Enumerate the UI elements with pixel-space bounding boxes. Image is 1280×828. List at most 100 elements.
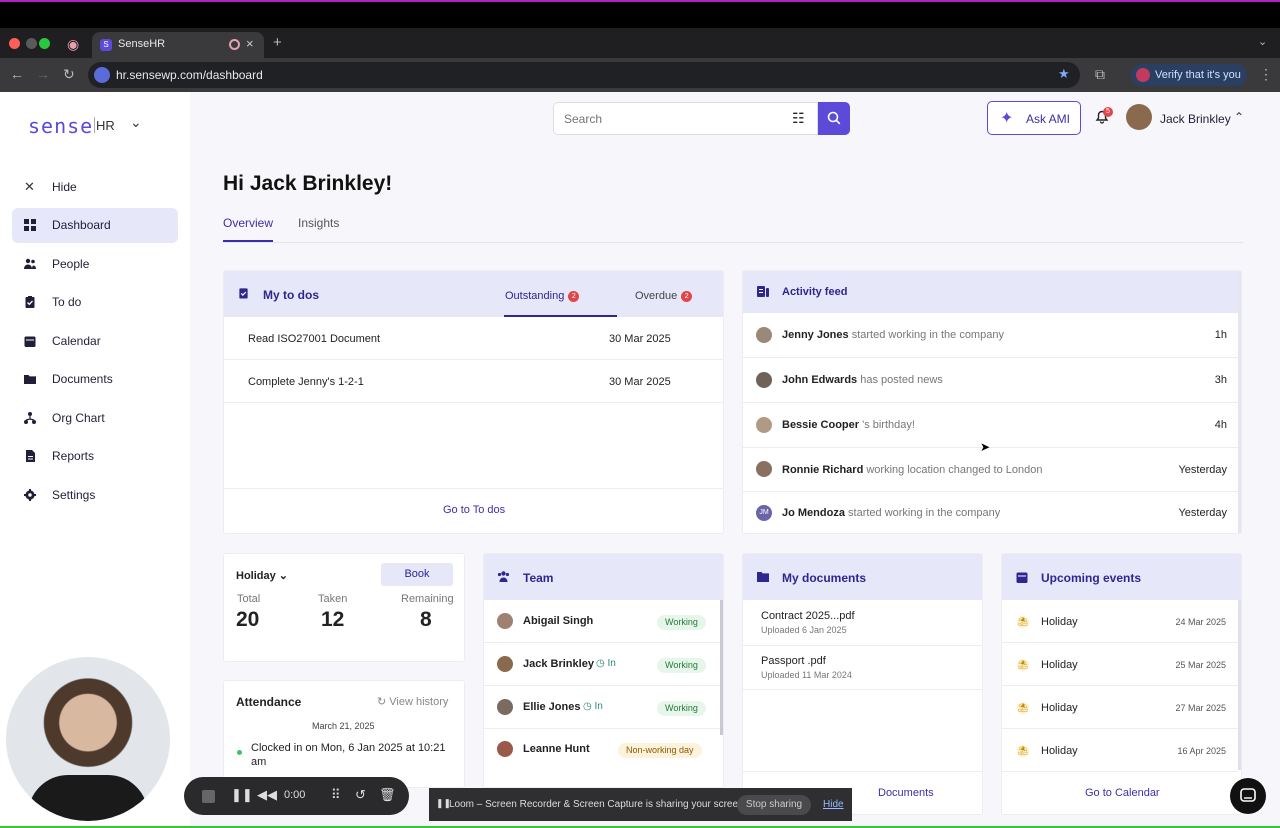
tab-insights[interactable]: Insights bbox=[298, 216, 339, 230]
scrollbar[interactable] bbox=[1238, 271, 1241, 533]
user-avatar[interactable] bbox=[1126, 104, 1152, 130]
activity-feed-card: Activity feed Jenny Jones started workin… bbox=[742, 270, 1242, 534]
verify-profile-button[interactable]: Verify that it's you bbox=[1131, 64, 1247, 86]
sidebar-item-dashboard[interactable]: Dashboard bbox=[12, 208, 178, 243]
team-member-name[interactable]: Leanne Hunt bbox=[523, 743, 590, 755]
page-title: Hi Jack Brinkley! bbox=[223, 172, 393, 195]
delete-icon[interactable]: 🗑 bbox=[379, 787, 396, 803]
avatar[interactable] bbox=[756, 461, 772, 477]
scrollbar[interactable] bbox=[1238, 600, 1241, 770]
activity-person[interactable]: Bessie Cooper bbox=[782, 419, 859, 431]
team-member-name[interactable]: Ellie Jones bbox=[523, 701, 580, 713]
sidebar-item-org-chart[interactable]: Org Chart bbox=[12, 401, 178, 436]
reload-icon[interactable]: ↻ bbox=[63, 66, 75, 83]
pause-icon[interactable]: ❚❚ bbox=[231, 787, 253, 803]
holiday-type-select[interactable]: Holiday ⌄ bbox=[236, 569, 288, 582]
event-label[interactable]: Holiday bbox=[1041, 616, 1078, 628]
ask-ami-button[interactable]: ✦ Ask AMI bbox=[987, 101, 1081, 135]
avatar[interactable] bbox=[497, 656, 513, 672]
webcam-bubble[interactable] bbox=[6, 657, 170, 821]
maximize-window-button[interactable] bbox=[39, 38, 50, 49]
activity-person[interactable]: Ronnie Richard bbox=[782, 464, 863, 476]
search-box bbox=[553, 102, 818, 135]
new-tab-icon[interactable]: + bbox=[273, 34, 282, 51]
go-to-calendar-link[interactable]: Go to Calendar bbox=[1085, 787, 1160, 799]
activity-person[interactable]: Jenny Jones bbox=[782, 329, 849, 341]
browser-menu-icon[interactable]: ⋮ bbox=[1259, 66, 1273, 83]
document-name[interactable]: Contract 2025...pdf bbox=[761, 610, 855, 622]
avatar[interactable] bbox=[497, 613, 513, 629]
event-label[interactable]: Holiday bbox=[1041, 745, 1078, 757]
sidebar-item-calendar[interactable]: Calendar bbox=[12, 324, 178, 359]
activity-text: 's birthday! bbox=[862, 419, 915, 431]
rewind-icon[interactable]: ◀◀ bbox=[257, 787, 277, 803]
avatar[interactable] bbox=[756, 417, 772, 433]
sidebar-item-people[interactable]: People bbox=[12, 247, 178, 282]
address-bar[interactable]: hr.sensewp.com/dashboard ★ bbox=[88, 62, 1080, 88]
user-menu-chevron-icon[interactable]: ⌃ bbox=[1234, 110, 1244, 124]
extensions-icon[interactable]: ⧉ bbox=[1095, 66, 1105, 83]
book-button[interactable]: Book bbox=[381, 563, 453, 586]
todo-item-label[interactable]: Complete Jenny's 1-2-1 bbox=[248, 376, 364, 388]
outstanding-tab-indicator bbox=[504, 315, 617, 317]
tab-recording-icon bbox=[229, 39, 240, 50]
row-divider bbox=[484, 685, 720, 686]
activity-title: Activity feed bbox=[782, 286, 848, 298]
tab-search-icon[interactable]: ⌄ bbox=[1258, 35, 1267, 48]
scrollbar[interactable] bbox=[720, 600, 723, 735]
avatar[interactable] bbox=[756, 327, 772, 343]
user-name[interactable]: Jack Brinkley bbox=[1160, 112, 1231, 126]
search-button[interactable] bbox=[818, 102, 850, 135]
browser-tab[interactable]: S SenseHR × bbox=[92, 32, 264, 58]
reports-icon bbox=[26, 450, 35, 462]
tab-outstanding[interactable]: Outstanding 2 bbox=[505, 290, 580, 302]
sidebar-item-label: Reports bbox=[52, 449, 95, 463]
close-icon: ✕ bbox=[24, 179, 35, 194]
sensehr-favicon-icon: S bbox=[100, 39, 112, 51]
stop-sharing-button[interactable]: Stop sharing bbox=[737, 795, 811, 815]
tab-overdue[interactable]: Overdue 2 bbox=[635, 290, 693, 302]
events-title: Upcoming events bbox=[1041, 571, 1142, 585]
product-switcher-chevron-icon[interactable]: ⌄ bbox=[130, 114, 142, 131]
back-icon[interactable]: ← bbox=[10, 66, 24, 82]
activity-person[interactable]: Jo Mendoza bbox=[782, 507, 845, 519]
event-label[interactable]: Holiday bbox=[1041, 659, 1078, 671]
event-label[interactable]: Holiday bbox=[1041, 702, 1078, 714]
avatar[interactable] bbox=[497, 699, 513, 715]
chat-support-button[interactable] bbox=[1230, 778, 1266, 814]
forward-icon[interactable]: → bbox=[36, 66, 50, 82]
row-divider bbox=[743, 771, 983, 772]
view-history-link[interactable]: ↻ View history bbox=[377, 695, 448, 708]
activity-time: Yesterday bbox=[1178, 464, 1227, 476]
go-to-todos-link[interactable]: Go to To dos bbox=[443, 504, 505, 516]
sidebar-item-label: Org Chart bbox=[52, 411, 105, 425]
clocked-in-status-dot bbox=[237, 750, 242, 755]
documents-title: My documents bbox=[782, 571, 867, 585]
sidebar-item-settings[interactable]: Settings bbox=[12, 478, 178, 513]
tab-overview[interactable]: Overview bbox=[223, 216, 273, 230]
drag-handle-icon[interactable]: ⠿ bbox=[331, 787, 341, 803]
restart-icon[interactable]: ↺ bbox=[355, 787, 366, 803]
hide-sharing-bar-link[interactable]: Hide bbox=[823, 799, 844, 810]
todo-item-label[interactable]: Read ISO27001 Document bbox=[248, 333, 380, 345]
stop-recording-button[interactable] bbox=[202, 790, 215, 803]
sidebar-item-todo[interactable]: To do bbox=[12, 285, 178, 320]
site-info-icon[interactable] bbox=[94, 67, 110, 83]
avatar[interactable] bbox=[497, 741, 513, 757]
go-to-documents-link[interactable]: Documents bbox=[878, 787, 934, 799]
sidebar-item-reports[interactable]: Reports bbox=[12, 439, 178, 474]
bookmark-star-icon[interactable]: ★ bbox=[1058, 66, 1070, 82]
search-input[interactable] bbox=[564, 112, 764, 126]
filter-sliders-icon[interactable]: ☷ bbox=[792, 110, 805, 127]
sidebar-hide-button[interactable]: ✕ Hide bbox=[12, 170, 178, 205]
team-member-name[interactable]: Jack Brinkley bbox=[523, 658, 594, 670]
avatar-initials[interactable]: JM bbox=[756, 505, 772, 521]
sidebar-item-documents[interactable]: Documents bbox=[12, 362, 178, 397]
activity-person[interactable]: John Edwards bbox=[782, 374, 857, 386]
close-tab-icon[interactable]: × bbox=[246, 36, 254, 51]
document-name[interactable]: Passport .pdf bbox=[761, 655, 826, 667]
team-member-name[interactable]: Abigail Singh bbox=[523, 615, 593, 627]
close-window-button[interactable] bbox=[9, 38, 20, 49]
avatar[interactable] bbox=[756, 372, 772, 388]
minimize-window-button[interactable] bbox=[26, 38, 37, 49]
